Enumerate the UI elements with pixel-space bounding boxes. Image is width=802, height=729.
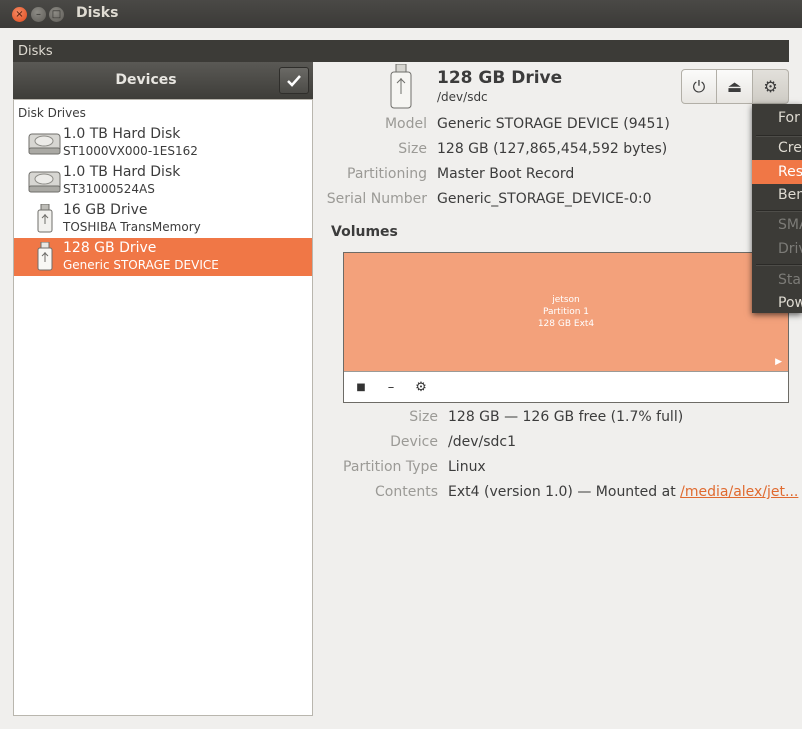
size-value: 128 GB (127,865,454,592 bytes) xyxy=(437,141,668,157)
delete-partition-button[interactable]: – xyxy=(380,377,402,397)
model-label: Model xyxy=(384,116,427,132)
checkmark-icon xyxy=(287,74,301,87)
window-minimize-button[interactable]: – xyxy=(31,7,46,22)
hard-disk-icon xyxy=(28,133,61,155)
partitioning-value: Master Boot Record xyxy=(437,166,575,182)
device-model: TOSHIBA TransMemory xyxy=(63,220,201,234)
model-value: Generic STORAGE DEVICE (9451) xyxy=(437,116,670,132)
partition-label: Partition 1 xyxy=(542,307,590,317)
window-close-button[interactable]: × xyxy=(12,7,27,22)
contents-value: Ext4 (version 1.0) — Mounted at /media/a… xyxy=(448,484,798,500)
partitioning-label: Partitioning xyxy=(347,166,427,182)
volume-size-label: Size xyxy=(409,409,438,425)
device-item-usb-16gb[interactable]: 16 GB Drive TOSHIBA TransMemory xyxy=(14,200,312,238)
app-menu-label[interactable]: Disks xyxy=(18,44,53,59)
select-mode-button[interactable] xyxy=(279,67,309,94)
device-name: 16 GB Drive xyxy=(63,202,148,218)
volume-toolbar: ■ – ⚙ xyxy=(344,373,788,401)
menu-separator xyxy=(756,135,802,137)
volume-device-value: /dev/sdc1 xyxy=(448,434,517,450)
partition-type-label: Partition Type xyxy=(343,459,438,475)
usb-drive-icon xyxy=(37,204,53,233)
menu-item-drive-settings[interactable]: Driv xyxy=(778,241,802,257)
volumes-title: Volumes xyxy=(331,224,398,240)
partition-block[interactable]: jetson Partition 1 128 GB Ext4 ▶ xyxy=(344,253,788,372)
usb-drive-icon xyxy=(390,64,412,109)
device-model: Generic STORAGE DEVICE xyxy=(63,258,219,272)
menu-item-benchmark[interactable]: Ben xyxy=(778,187,802,203)
window-maximize-button[interactable]: □ xyxy=(49,7,64,22)
stop-icon: ■ xyxy=(356,381,366,393)
partition-name: jetson xyxy=(552,295,580,305)
menu-item-smart[interactable]: SMA xyxy=(778,217,802,233)
device-model: ST1000VX000-1ES162 xyxy=(63,144,198,158)
device-item-hdd-1[interactable]: 1.0 TB Hard Disk ST1000VX000-1ES162 xyxy=(14,124,312,162)
serial-number-label: Serial Number xyxy=(326,191,427,207)
serial-number-value: Generic_STORAGE_DEVICE-0:0 xyxy=(437,191,652,207)
unmount-button[interactable]: ■ xyxy=(350,377,372,397)
partition-fs: 128 GB Ext4 xyxy=(537,319,595,329)
devices-pane: Devices Disk Drives 1.0 TB Hard Disk ST1… xyxy=(13,62,313,716)
gear-icon: ⚙ xyxy=(763,77,778,96)
menu-separator xyxy=(756,210,802,212)
device-item-usb-128gb[interactable]: 128 GB Drive Generic STORAGE DEVICE xyxy=(14,238,312,276)
gear-icon: ⚙ xyxy=(415,379,427,395)
window-title: Disks xyxy=(76,5,119,21)
device-list: Disk Drives 1.0 TB Hard Disk ST1000VX000… xyxy=(13,99,313,716)
size-label: Size xyxy=(398,141,427,157)
device-name: 1.0 TB Hard Disk xyxy=(63,126,181,142)
maximize-icon: □ xyxy=(51,8,62,20)
usb-drive-icon xyxy=(37,242,53,271)
devices-header-label: Devices xyxy=(115,72,177,88)
power-off-button[interactable]: ⏻ xyxy=(681,69,717,104)
volume-map: jetson Partition 1 128 GB Ext4 ▶ ■ – ⚙ xyxy=(343,252,789,403)
menu-item-format[interactable]: For xyxy=(778,110,800,126)
hard-disk-icon xyxy=(28,171,61,193)
disk-drives-section-label: Disk Drives xyxy=(18,106,86,120)
close-icon: × xyxy=(15,8,24,20)
device-name: 1.0 TB Hard Disk xyxy=(63,164,181,180)
device-name: 128 GB Drive xyxy=(63,240,157,256)
menu-item-restore-image[interactable]: Res xyxy=(778,164,802,180)
drive-toolbar: ⏻ ⏏ ⚙ xyxy=(681,69,789,104)
mount-point-link[interactable]: /media/alex/jet... xyxy=(680,484,798,500)
minus-icon: – xyxy=(387,379,395,395)
window-titlebar: × – □ Disks xyxy=(0,0,802,28)
power-icon: ⏻ xyxy=(692,76,706,96)
drive-device-path: /dev/sdc xyxy=(437,90,488,104)
device-item-hdd-2[interactable]: 1.0 TB Hard Disk ST31000524AS xyxy=(14,162,312,200)
volume-size-value: 128 GB — 126 GB free (1.7% full) xyxy=(448,409,684,425)
drive-options-menu: For Cre Res Ben SMA Driv Star Pow xyxy=(752,104,802,313)
partition-type-value: Linux xyxy=(448,459,486,475)
volume-device-label: Device xyxy=(390,434,438,450)
contents-text: Ext4 (version 1.0) — Mounted at xyxy=(448,484,681,500)
partition-info: jetson Partition 1 128 GB Ext4 xyxy=(344,294,788,330)
contents-label: Contents xyxy=(375,484,438,500)
devices-header: Devices xyxy=(13,62,313,99)
app-menubar: Disks xyxy=(13,40,789,62)
menu-item-standby[interactable]: Star xyxy=(778,272,802,288)
partition-options-button[interactable]: ⚙ xyxy=(410,377,432,397)
play-arrow-icon: ▶ xyxy=(775,357,782,367)
menu-separator xyxy=(756,264,802,266)
device-model: ST31000524AS xyxy=(63,182,155,196)
menu-item-create-image[interactable]: Cre xyxy=(778,140,802,156)
menu-item-power-off[interactable]: Pow xyxy=(778,295,802,311)
eject-icon: ⏏ xyxy=(726,77,743,96)
eject-button[interactable]: ⏏ xyxy=(717,69,753,104)
drive-title: 128 GB Drive xyxy=(437,68,563,88)
drive-options-button[interactable]: ⚙ xyxy=(753,69,789,104)
minimize-icon: – xyxy=(36,8,41,20)
